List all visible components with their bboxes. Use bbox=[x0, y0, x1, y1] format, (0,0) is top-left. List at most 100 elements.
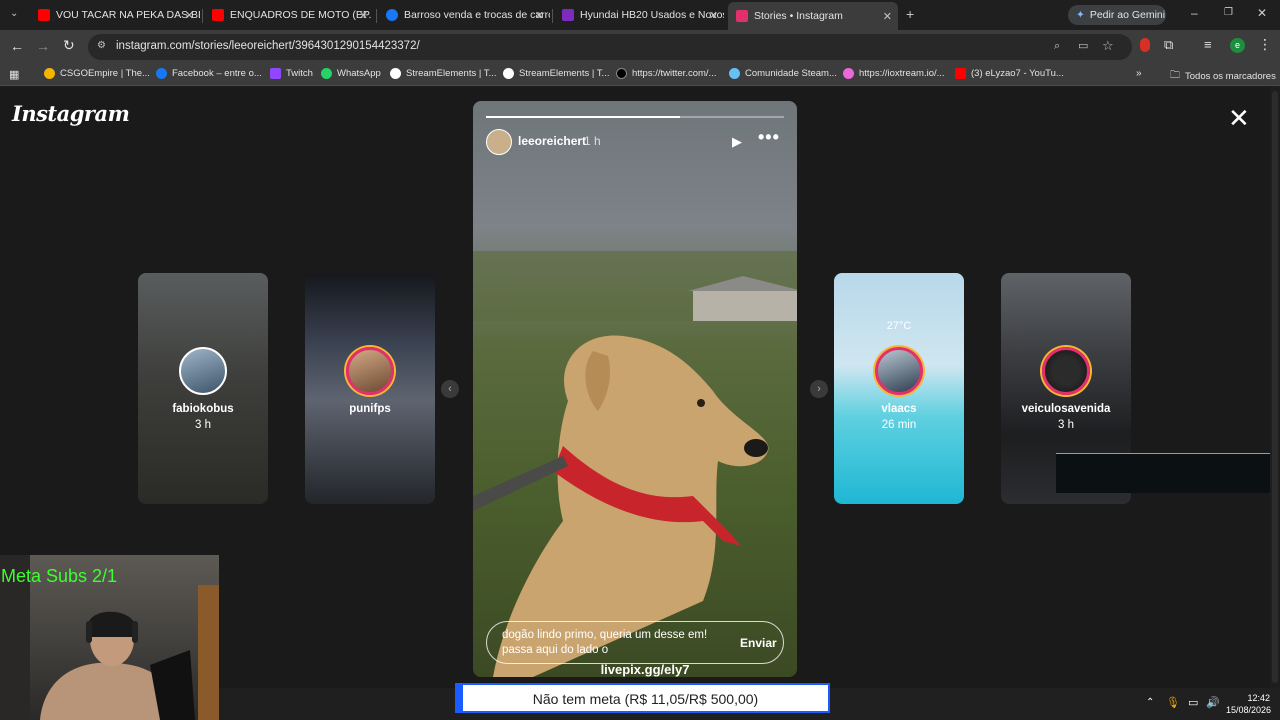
tab-youtube-2[interactable]: ENQUADROS DE MOTO (EP. 14- ✕ bbox=[204, 4, 374, 26]
restore-icon[interactable]: ❐ bbox=[1224, 7, 1233, 18]
gemini-button[interactable]: ✦ Pedir ao Gemini bbox=[1068, 5, 1166, 25]
tab-close-icon[interactable]: ✕ bbox=[535, 9, 544, 22]
side-story-time: 3 h bbox=[1058, 419, 1074, 431]
avatar bbox=[346, 347, 394, 395]
tab-close-icon[interactable]: ✕ bbox=[359, 9, 368, 22]
tab-label: Hyundai HB20 Usados e Novos bbox=[580, 9, 724, 21]
folder-icon: 🗀 bbox=[1170, 70, 1180, 81]
profile-avatar[interactable]: e bbox=[1230, 38, 1245, 53]
bookmark-ioxtream[interactable]: https://ioxtream.io/... bbox=[843, 68, 945, 79]
x-icon bbox=[616, 68, 627, 79]
next-story-button[interactable]: › bbox=[810, 380, 828, 398]
site-info-icon[interactable]: ⚙ bbox=[97, 40, 106, 51]
more-options-icon[interactable]: ••• bbox=[758, 127, 780, 148]
reload-icon[interactable]: ↻ bbox=[63, 37, 75, 54]
bookmark-twitch[interactable]: Twitch bbox=[270, 68, 313, 79]
bookmark-csgoempire[interactable]: CSGOEmpire | The... bbox=[44, 68, 150, 79]
address-row: ← → ↻ ⚙ instagram.com/stories/leeoreiche… bbox=[0, 30, 1280, 64]
media-icon[interactable]: ≡ bbox=[1204, 37, 1212, 52]
play-icon[interactable]: ▶ bbox=[732, 134, 742, 150]
avatar bbox=[179, 347, 227, 395]
story-username[interactable]: leeoreichert bbox=[518, 134, 586, 148]
new-tab-icon[interactable]: + bbox=[906, 6, 914, 22]
tab-close-icon[interactable]: ✕ bbox=[709, 9, 718, 22]
streamelements-icon bbox=[503, 68, 514, 79]
avatar bbox=[1042, 347, 1090, 395]
instagram-icon bbox=[736, 10, 748, 22]
youtube-icon bbox=[955, 68, 966, 79]
tab-close-icon[interactable]: ✕ bbox=[185, 9, 194, 22]
previous-story-button[interactable]: ‹ bbox=[441, 380, 459, 398]
close-window-icon[interactable]: ✕ bbox=[1257, 6, 1267, 20]
apps-icon[interactable]: ▦ bbox=[9, 68, 19, 81]
ioxtream-icon bbox=[843, 68, 854, 79]
zoom-icon[interactable]: ⌕ bbox=[1054, 40, 1060, 53]
gemini-icon: ✦ bbox=[1076, 9, 1085, 21]
overlay-bar bbox=[1056, 453, 1270, 493]
reply-text: dogão lindo primo, queria um desse em! p… bbox=[502, 629, 708, 656]
tab-facebook[interactable]: Barroso venda e trocas de carro ✕ bbox=[378, 4, 550, 26]
bookmark-youtube[interactable]: (3) eLyzao7 - YouTu... bbox=[955, 68, 1064, 79]
minimize-icon[interactable]: – bbox=[1191, 6, 1198, 20]
tab-hyundai[interactable]: Hyundai HB20 Usados e Novos ✕ bbox=[554, 4, 724, 26]
bookmark-star-icon[interactable]: ☆ bbox=[1102, 38, 1114, 54]
clock[interactable]: 12:42 15/08/2026 bbox=[1226, 692, 1271, 716]
speaker-icon[interactable]: 🔊 bbox=[1206, 696, 1220, 709]
side-story-name: punifps bbox=[349, 403, 391, 415]
close-icon[interactable]: ✕ bbox=[1228, 105, 1250, 131]
tab-label: Stories • Instagram bbox=[754, 10, 843, 22]
story-author-avatar[interactable] bbox=[486, 129, 512, 155]
send-button[interactable]: Enviar bbox=[740, 636, 777, 650]
url-text: instagram.com/stories/leeoreichert/39643… bbox=[116, 40, 420, 52]
side-story-fabiokobus[interactable]: fabiokobus 3 h bbox=[138, 273, 268, 504]
clock-time: 12:42 bbox=[1247, 693, 1270, 703]
microphone-icon[interactable]: 🎙 bbox=[1166, 696, 1180, 709]
streamelements-icon bbox=[390, 68, 401, 79]
tab-instagram[interactable]: Stories • Instagram ✕ bbox=[728, 2, 898, 30]
bookmarks-bar: ▦ CSGOEmpire | The... Facebook – entre o… bbox=[0, 64, 1280, 86]
back-icon[interactable]: ← bbox=[10, 38, 24, 54]
page-scrollbar[interactable] bbox=[1270, 87, 1280, 688]
weather-sticker: 27°C bbox=[886, 320, 912, 332]
facebook-icon bbox=[156, 68, 167, 79]
tab-youtube-1[interactable]: VOU TACAR NA PEKA DAS BB - ✕ bbox=[30, 4, 200, 26]
side-story-name: veiculosavenida bbox=[1021, 403, 1111, 415]
story-progress-bar bbox=[486, 116, 784, 118]
address-bar[interactable]: ⚙ instagram.com/stories/leeoreichert/396… bbox=[88, 34, 1132, 60]
avatar bbox=[875, 347, 923, 395]
bookmark-whatsapp[interactable]: WhatsApp bbox=[321, 68, 381, 79]
extension-icon[interactable] bbox=[1140, 38, 1150, 52]
cast-icon[interactable]: ▭ bbox=[1078, 39, 1088, 52]
taskbar: ⌃ 🎙 ▭ 🔊 bbox=[830, 688, 1280, 720]
twitch-icon bbox=[270, 68, 281, 79]
tab-search-icon[interactable]: ⌄ bbox=[10, 8, 18, 19]
all-bookmarks[interactable]: 🗀 Todos os marcadores bbox=[1170, 68, 1276, 85]
side-story-name: vlaacs bbox=[881, 403, 917, 415]
side-story-punifps[interactable]: punifps bbox=[305, 273, 435, 504]
bookmark-streamelements-2[interactable]: StreamElements | T... bbox=[503, 68, 609, 79]
bookmark-streamelements-1[interactable]: StreamElements | T... bbox=[390, 68, 496, 79]
meta-subs-overlay: Meta Subs 2/1 bbox=[1, 566, 118, 586]
main-story[interactable]: leeoreichert 1 h ▶ ••• dogão lindo primo… bbox=[473, 101, 797, 677]
bookmark-steam[interactable]: Comunidade Steam... bbox=[729, 68, 837, 79]
bookmark-facebook[interactable]: Facebook – entre o... bbox=[156, 68, 262, 79]
instagram-logo[interactable]: Instagram bbox=[12, 101, 130, 126]
monitor-icon[interactable]: ▭ bbox=[1188, 696, 1198, 709]
bookmark-twitter[interactable]: https://twitter.com/... bbox=[616, 68, 716, 79]
story-time: 1 h bbox=[584, 134, 601, 148]
side-story-vlaacs[interactable]: 27°C vlaacs 26 min bbox=[834, 273, 964, 504]
whatsapp-icon bbox=[321, 68, 332, 79]
csgoempire-icon bbox=[44, 68, 55, 79]
livepix-overlay: livepix.gg/ely7 bbox=[600, 662, 690, 677]
tab-label: ENQUADROS DE MOTO (EP. 14- bbox=[230, 9, 374, 21]
more-bookmarks-icon[interactable]: » bbox=[1136, 68, 1142, 79]
reply-input[interactable]: dogão lindo primo, queria um desse em! p… bbox=[486, 621, 784, 664]
tab-close-icon[interactable]: ✕ bbox=[883, 10, 892, 23]
facebook-icon bbox=[386, 9, 398, 21]
menu-icon[interactable]: ⋮ bbox=[1258, 36, 1272, 53]
forward-icon[interactable]: → bbox=[36, 38, 50, 54]
puzzle-icon[interactable]: ⧉ bbox=[1164, 37, 1173, 53]
story-photo bbox=[473, 251, 797, 677]
tray-expand-icon[interactable]: ⌃ bbox=[1146, 697, 1154, 708]
donation-goal-text: Não tem meta (R$ 11,05/R$ 500,00) bbox=[532, 691, 759, 707]
